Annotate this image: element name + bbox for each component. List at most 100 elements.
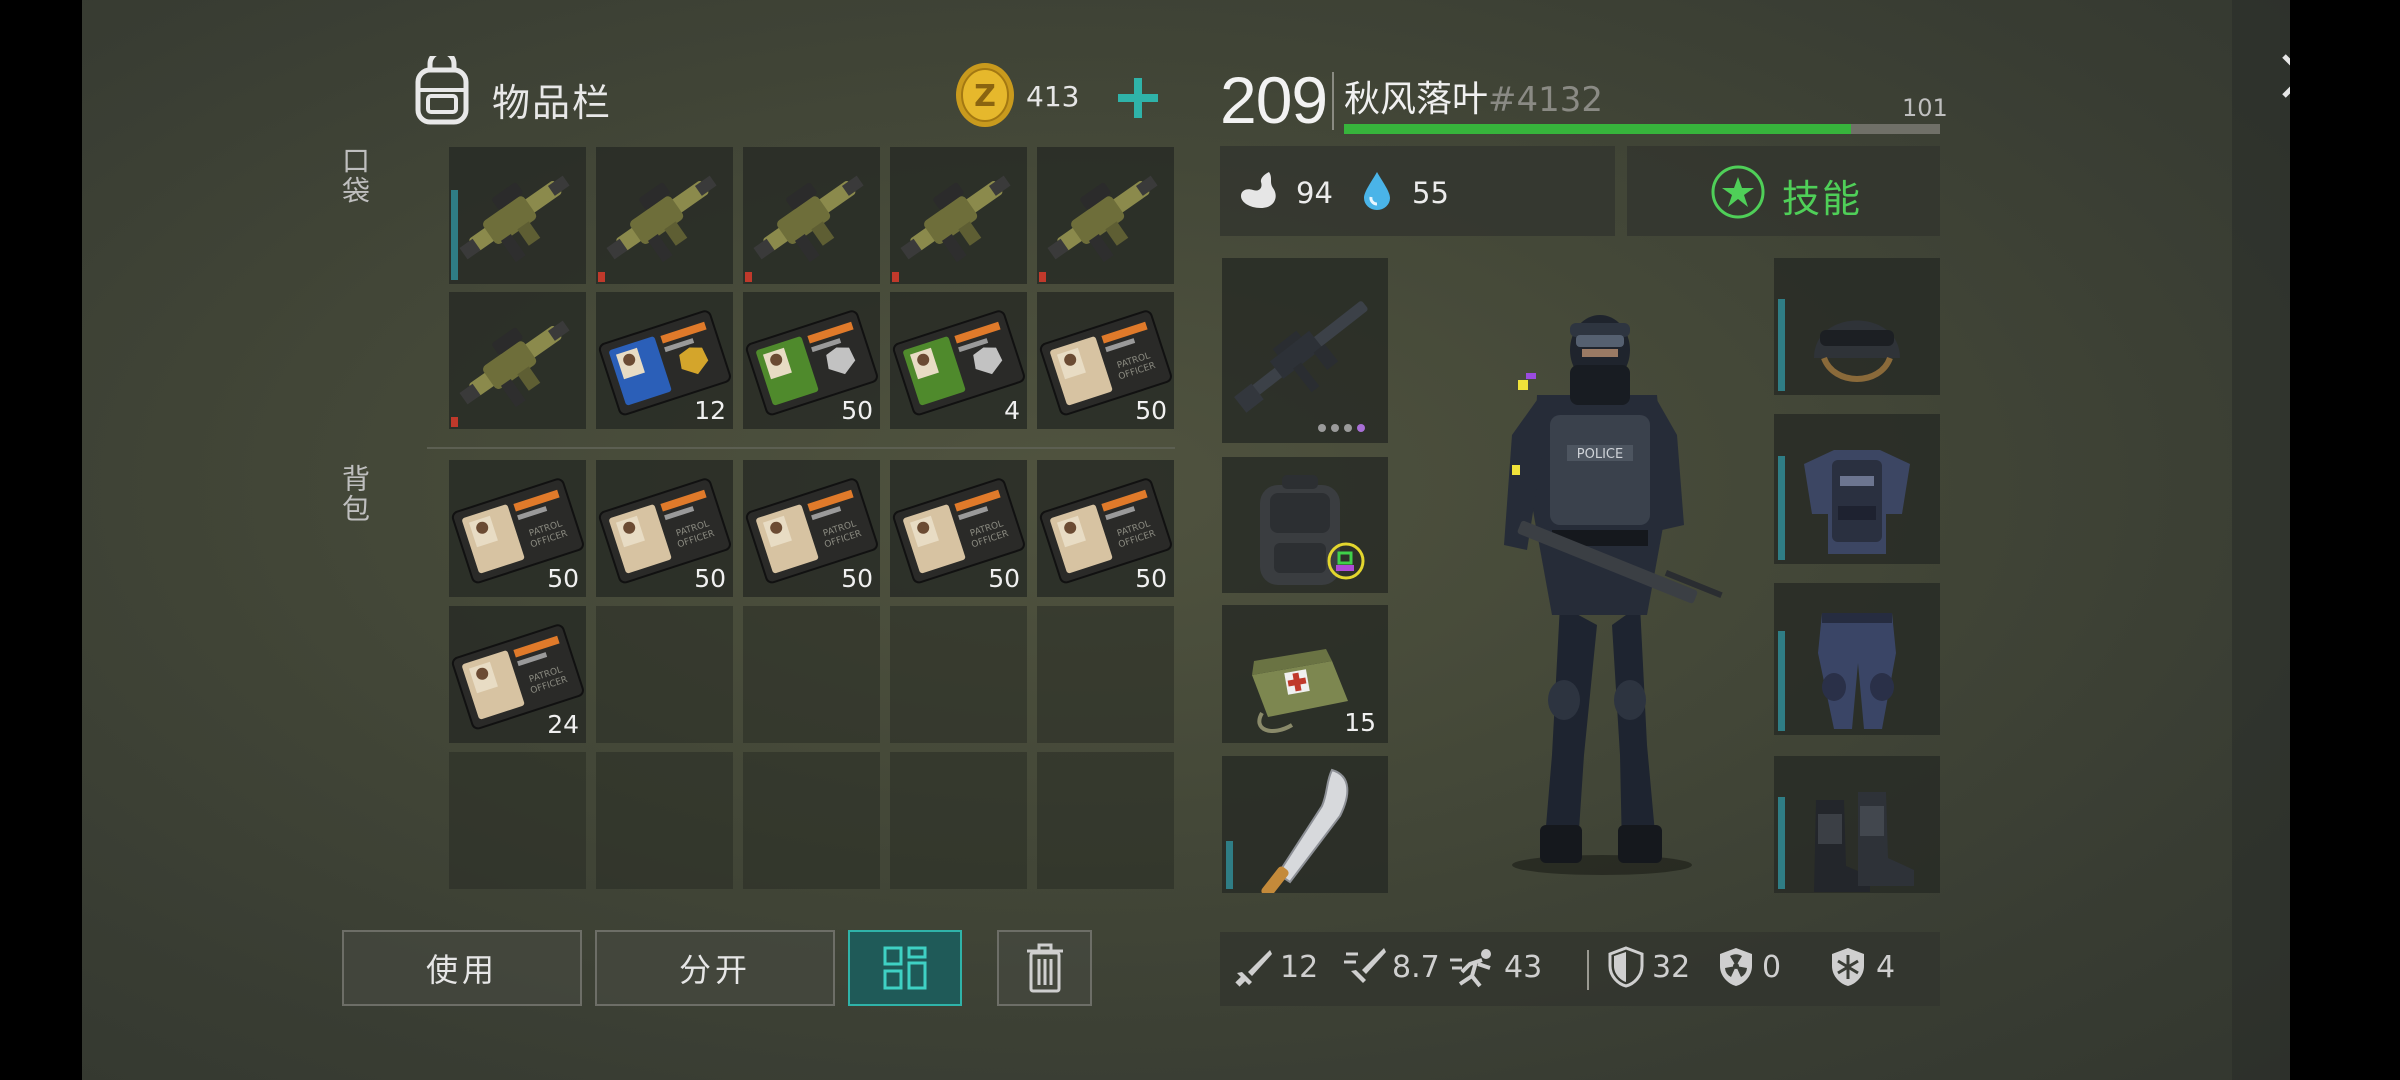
xp-value: 101 <box>1902 94 1948 122</box>
item-count: 50 <box>841 564 873 593</box>
xp-bar-fill <box>1344 124 1851 134</box>
equip-slot-backpack[interactable] <box>1222 457 1388 593</box>
equip-slot-medkit-bag[interactable]: 15 <box>1222 605 1388 743</box>
item-count: 50 <box>1135 564 1167 593</box>
armor-slot-boots[interactable] <box>1774 756 1940 893</box>
vest-icon <box>1804 450 1910 554</box>
inventory-slot-patrol-officer-id[interactable]: PATROL OFFICER 50 <box>1037 460 1174 597</box>
equip-slot-assault-rifle[interactable] <box>1222 258 1388 443</box>
coin-balance: 413 <box>1026 80 1080 113</box>
helmet-icon <box>1814 320 1900 382</box>
inventory-slot-empty[interactable] <box>449 752 586 889</box>
inventory-slot-empty[interactable] <box>743 752 880 889</box>
armor-slot-vest[interactable] <box>1774 414 1940 564</box>
item-count: 4 <box>1004 396 1020 425</box>
durability-low-marker <box>892 272 899 282</box>
grenade-launcher-icon <box>459 175 570 263</box>
durability-low-marker <box>451 417 458 427</box>
coin-icon: Z <box>956 63 1014 127</box>
attack-speed-icon <box>1344 948 1386 983</box>
item-count: 15 <box>1344 708 1376 737</box>
radiation-value: 0 <box>1762 950 1782 985</box>
grenade-launcher-icon <box>900 175 1011 263</box>
player-id: #4132 <box>1488 80 1604 120</box>
cold-shield-icon <box>1832 948 1864 986</box>
inventory-slot-police-id-green[interactable]: 50 <box>743 292 880 429</box>
inventory-slot-empty[interactable] <box>743 606 880 743</box>
item-count: 50 <box>1135 396 1167 425</box>
item-count: 50 <box>547 564 579 593</box>
inventory-slot-grenade-launcher[interactable] <box>1037 147 1174 284</box>
delete-button[interactable] <box>997 930 1092 1006</box>
water-value: 55 <box>1412 176 1449 210</box>
inventory-slot-empty[interactable] <box>1037 752 1174 889</box>
close-icon[interactable] <box>2280 52 2290 100</box>
inventory-slot-empty[interactable] <box>596 606 733 743</box>
star-icon <box>1711 165 1765 219</box>
trash-icon <box>1026 943 1063 993</box>
item-count: 24 <box>547 710 579 739</box>
durability-low-marker <box>1039 272 1046 282</box>
equip-slot-machete[interactable] <box>1222 756 1388 893</box>
damage-sword-icon <box>1235 950 1272 987</box>
split-button[interactable]: 分开 <box>595 930 835 1006</box>
inventory-slot-police-id-green[interactable]: 4 <box>890 292 1027 429</box>
sort-button[interactable] <box>848 930 962 1006</box>
durability-bar <box>451 190 458 280</box>
inventory-slot-patrol-officer-id[interactable]: PATROL OFFICER 24 <box>449 606 586 743</box>
durability-bar <box>1226 841 1233 889</box>
durability-low-marker <box>598 272 605 282</box>
armor-slot-helmet[interactable] <box>1774 258 1940 395</box>
stats-separator <box>1587 950 1589 990</box>
run-speed-icon <box>1450 949 1491 988</box>
inventory-slot-grenade-launcher[interactable] <box>449 147 586 284</box>
inventory-slot-police-id-blue[interactable]: 12 <box>596 292 733 429</box>
inventory-slot-grenade-launcher[interactable] <box>890 147 1027 284</box>
item-count: 12 <box>694 396 726 425</box>
armor-value: 32 <box>1652 950 1691 985</box>
item-count: 50 <box>694 564 726 593</box>
inventory-slot-patrol-officer-id[interactable]: PATROL OFFICER 50 <box>596 460 733 597</box>
radiation-shield-icon <box>1720 948 1752 986</box>
inventory-slot-grenade-launcher[interactable] <box>743 147 880 284</box>
inventory-slot-grenade-launcher[interactable] <box>449 292 586 429</box>
inventory-slot-patrol-officer-id[interactable]: PATROL OFFICER 50 <box>890 460 1027 597</box>
inventory-slot-empty[interactable] <box>890 606 1027 743</box>
boots-icon <box>1814 792 1914 892</box>
close-button-label[interactable]: 关闭 <box>2286 138 2290 208</box>
water-drop-icon <box>1364 172 1390 210</box>
inventory-slot-empty[interactable] <box>890 752 1027 889</box>
level-separator <box>1332 72 1334 130</box>
pocket-label: 口袋 <box>338 146 371 206</box>
add-coins-button[interactable] <box>1108 68 1168 128</box>
machete-icon <box>1261 768 1349 893</box>
run-speed-value: 43 <box>1504 950 1543 985</box>
cold-value: 4 <box>1876 950 1896 985</box>
grenade-launcher-icon <box>606 175 717 263</box>
use-button[interactable]: 使用 <box>342 930 582 1006</box>
grenade-launcher-icon <box>459 320 570 408</box>
skills-label: 技能 <box>1782 177 1863 221</box>
game-stage: 物品栏 Z 413 口袋 背包 12 50 4 PATROL OFFICER 5… <box>82 0 2290 1080</box>
inventory-slot-patrol-officer-id[interactable]: PATROL OFFICER 50 <box>1037 292 1174 429</box>
backpack-label: 背包 <box>338 464 371 524</box>
armor-slot-pants[interactable] <box>1774 583 1940 735</box>
durability-low-marker <box>745 272 752 282</box>
inventory-slot-patrol-officer-id[interactable]: PATROL OFFICER 50 <box>743 460 880 597</box>
food-value: 94 <box>1296 176 1333 210</box>
svg-text:Z: Z <box>974 79 996 114</box>
player-character-model: POLICE <box>1504 315 1723 875</box>
backpack-icon <box>415 56 469 125</box>
armor-shield-icon <box>1608 946 1644 988</box>
player-name: 秋风落叶 <box>1344 79 1489 120</box>
backpack-icon <box>1260 475 1365 585</box>
grid-sort-icon <box>883 946 927 990</box>
inventory-slot-grenade-launcher[interactable] <box>596 147 733 284</box>
inventory-slot-patrol-officer-id[interactable]: PATROL OFFICER 50 <box>449 460 586 597</box>
assault-rifle-icon <box>1234 301 1368 432</box>
inventory-slot-empty[interactable] <box>1037 606 1174 743</box>
player-level: 209 <box>1220 63 1328 137</box>
item-count: 50 <box>841 396 873 425</box>
inventory-slot-empty[interactable] <box>596 752 733 889</box>
grenade-launcher-icon <box>753 175 864 263</box>
